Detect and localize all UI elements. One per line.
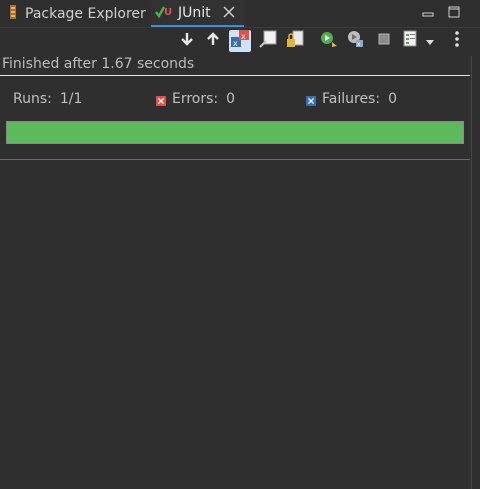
svg-text:x: x xyxy=(357,41,361,48)
rerun-button[interactable] xyxy=(318,30,340,52)
test-run-history-button[interactable] xyxy=(400,30,422,52)
next-failure-button[interactable] xyxy=(176,30,198,52)
view-tab-bar: Package Explorer U JUnit xyxy=(0,0,480,27)
progress-bar xyxy=(6,121,464,144)
errors-label: Errors: xyxy=(172,91,219,107)
history-icon xyxy=(401,29,421,53)
junit-toolbar: xx x xyxy=(0,27,480,54)
rerun-icon xyxy=(319,29,339,53)
previous-failure-button[interactable] xyxy=(202,30,224,52)
kebab-menu-icon xyxy=(454,30,460,52)
tab-junit[interactable]: U JUnit xyxy=(151,0,244,27)
scroll-lock-icon xyxy=(258,29,278,53)
failure-icon xyxy=(306,94,316,106)
failures-count: Failures: 0 xyxy=(306,91,397,107)
errors-value: 0 xyxy=(226,91,236,107)
scroll-lock-button[interactable] xyxy=(257,30,279,52)
progress-fill xyxy=(7,122,463,143)
error-icon xyxy=(156,94,166,106)
stop-icon xyxy=(376,31,392,51)
tab-junit-label: JUnit xyxy=(178,4,211,21)
show-failures-only-button[interactable]: xx xyxy=(229,30,251,52)
package-explorer-icon xyxy=(6,4,20,24)
separator xyxy=(0,159,470,160)
runs-value: 1/1 xyxy=(59,91,83,107)
junit-icon: U xyxy=(155,3,173,23)
arrow-down-icon xyxy=(179,31,195,51)
lock-icon xyxy=(285,29,305,53)
tab-package-explorer[interactable]: Package Explorer xyxy=(6,0,146,27)
lock-button[interactable] xyxy=(284,30,306,52)
show-failures-only-icon: xx xyxy=(230,29,250,53)
separator xyxy=(0,75,470,76)
maximize-icon[interactable] xyxy=(447,4,461,23)
close-icon[interactable] xyxy=(222,5,236,19)
errors-count: Errors: 0 xyxy=(156,91,235,107)
rerun-failures-first-icon: x xyxy=(346,29,366,53)
test-counts: Runs: 1/1 Errors: 0 Failures: 0 xyxy=(0,91,470,111)
minimize-icon[interactable] xyxy=(421,4,435,23)
svg-text:U: U xyxy=(164,7,172,18)
stop-button[interactable] xyxy=(373,30,395,52)
dropdown-caret-icon xyxy=(425,32,435,51)
arrow-up-icon xyxy=(205,31,221,51)
view-menu-button[interactable] xyxy=(446,30,468,52)
svg-text:x: x xyxy=(233,39,238,48)
runs-label: Runs: xyxy=(13,91,52,107)
view-border xyxy=(471,56,472,489)
history-dropdown-button[interactable] xyxy=(423,30,437,52)
tab-package-explorer-label: Package Explorer xyxy=(25,5,146,22)
runs-count: Runs: 1/1 xyxy=(13,91,82,107)
svg-text:x: x xyxy=(241,32,246,41)
status-message: Finished after 1.67 seconds xyxy=(2,56,195,72)
failures-label: Failures: xyxy=(322,91,381,107)
rerun-failures-first-button[interactable]: x xyxy=(345,30,367,52)
failures-value: 0 xyxy=(388,91,397,107)
